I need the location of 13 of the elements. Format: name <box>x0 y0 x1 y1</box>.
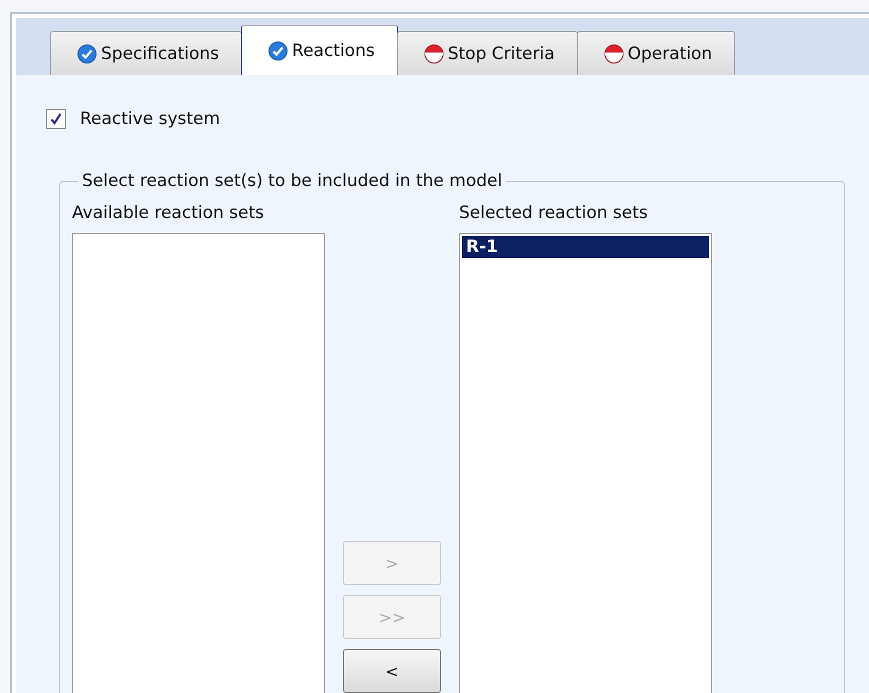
checkbox[interactable] <box>46 109 66 129</box>
tab[interactable]: Operation <box>576 31 736 75</box>
list-label: Available reaction sets <box>72 203 265 223</box>
tab[interactable]: Specifications <box>50 31 242 75</box>
tab[interactable]: Reactions <box>241 25 398 75</box>
tab[interactable]: Stop Criteria <box>396 31 578 75</box>
check-icon <box>49 112 63 126</box>
selected-list[interactable]: R-1 <box>459 233 712 693</box>
list-item[interactable]: R-1 <box>462 236 709 258</box>
move-button[interactable]: < <box>343 649 441 693</box>
group-title: Select reaction set(s) to be included in the model <box>81 171 504 191</box>
list-label: Selected reaction sets <box>459 203 649 223</box>
checkbox-label: Reactive system <box>80 109 220 129</box>
